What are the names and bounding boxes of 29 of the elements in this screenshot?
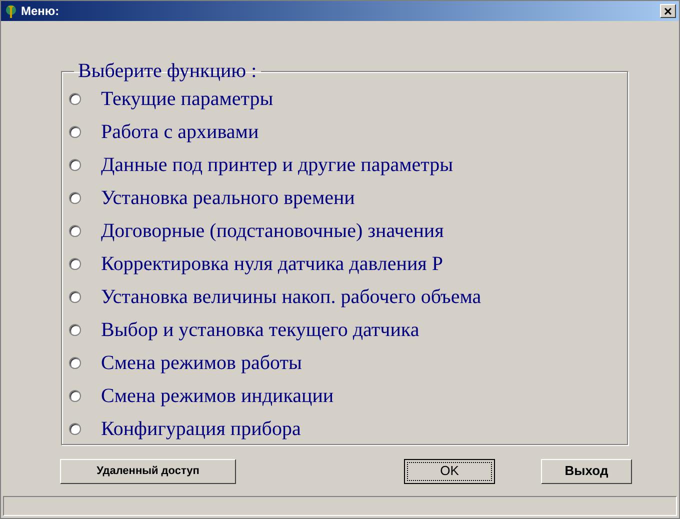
option-label[interactable]: Установка реального времени — [101, 182, 355, 212]
app-logo-icon — [4, 4, 18, 18]
option-label[interactable]: Установка величины накоп. рабочего объема — [101, 282, 482, 312]
radio-button[interactable] — [69, 356, 81, 368]
option-label[interactable]: Работа с архивами — [101, 116, 259, 146]
radio-button[interactable] — [69, 192, 81, 204]
remote-access-button[interactable]: Удаленный доступ — [60, 458, 236, 484]
exit-button[interactable]: Выход — [541, 458, 632, 484]
close-button[interactable]: × — [660, 4, 676, 18]
option-label[interactable]: Текущие параметры — [101, 84, 274, 114]
radio-button[interactable] — [69, 126, 81, 138]
window-title: Меню: — [21, 3, 60, 20]
radio-button[interactable] — [69, 290, 81, 302]
ok-button[interactable]: OK — [404, 458, 495, 484]
radio-button[interactable] — [69, 224, 81, 236]
radio-button[interactable] — [69, 158, 81, 170]
radio-button[interactable] — [69, 390, 81, 402]
radio-button[interactable] — [69, 92, 81, 104]
radio-button[interactable] — [69, 422, 81, 434]
radio-button[interactable] — [69, 324, 81, 336]
option-label[interactable]: Корректировка нуля датчика давления P — [101, 248, 444, 278]
option-label[interactable]: Выбор и установка текущего датчика — [101, 314, 420, 344]
option-label[interactable]: Смена режимов индикации — [101, 380, 334, 410]
option-label[interactable]: Смена режимов работы — [101, 348, 302, 378]
option-label[interactable]: Данные под принтер и другие параметры — [101, 150, 454, 180]
option-label[interactable]: Договорные (подстановочные) значения — [101, 216, 444, 246]
group-legend: Выберите функцию : — [74, 60, 261, 82]
option-label[interactable]: Конфигурация прибора — [101, 414, 301, 444]
radio-button[interactable] — [69, 258, 81, 270]
